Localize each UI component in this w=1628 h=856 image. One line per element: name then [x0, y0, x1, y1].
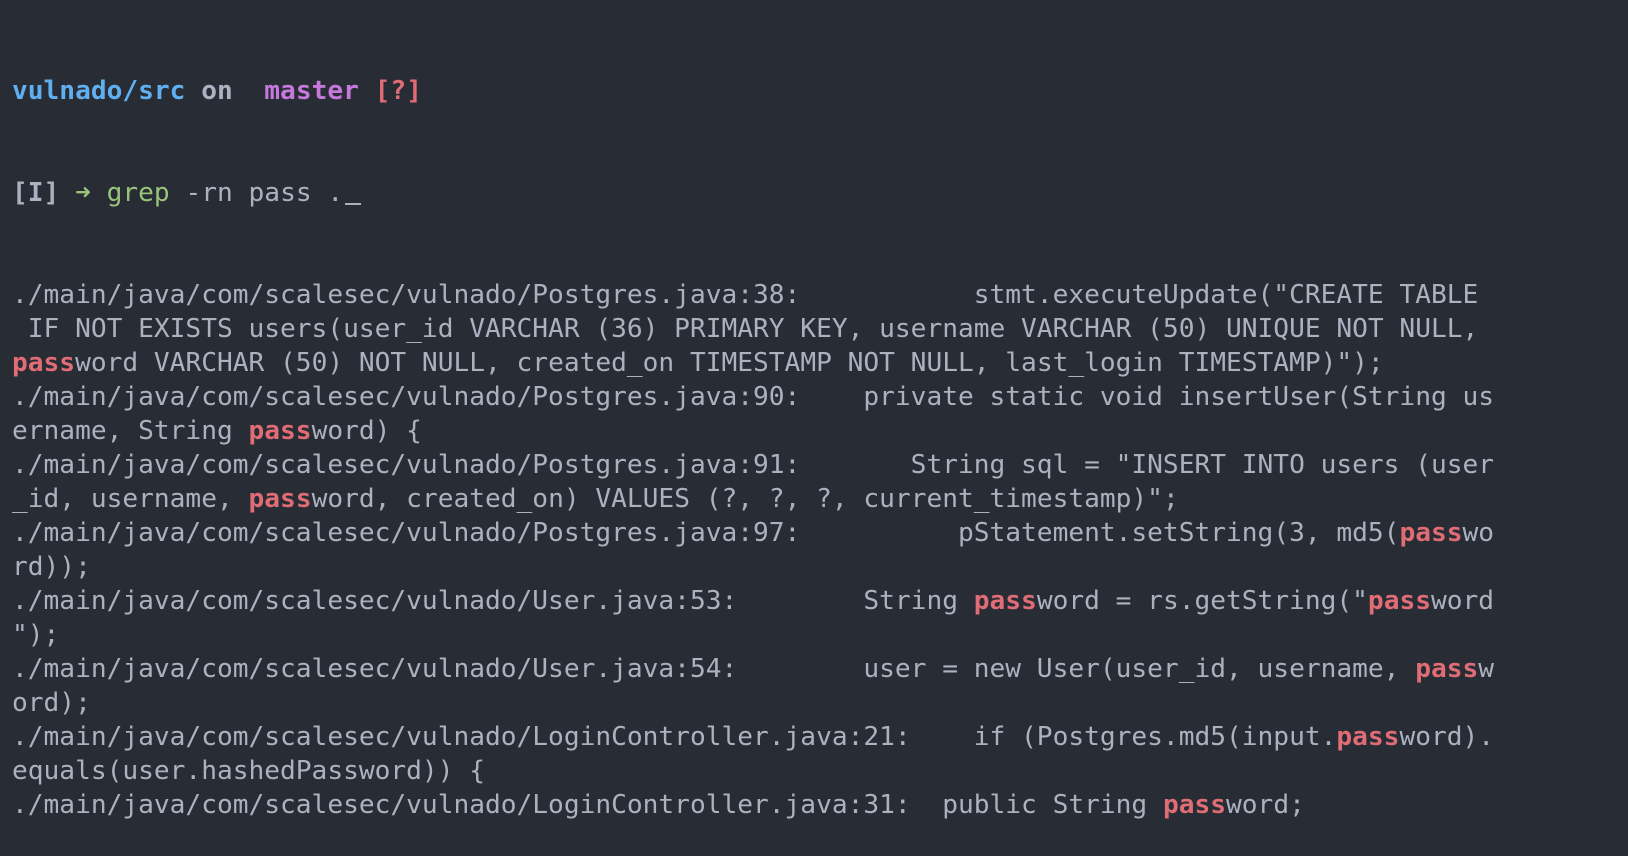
cursor	[345, 203, 361, 205]
prompt-branch: master	[248, 76, 375, 106]
output-line: ./main/java/com/scalesec/vulnado/Postgre…	[12, 516, 1628, 550]
match-highlight: pass	[973, 586, 1037, 616]
output-text: word).	[1399, 722, 1495, 752]
match-highlight: pass	[248, 484, 312, 514]
output-line: ./main/java/com/scalesec/vulnado/Postgre…	[12, 278, 1628, 312]
match-highlight: pass	[12, 348, 76, 378]
output-line: ername, String password) {	[12, 414, 1628, 448]
vi-mode-indicator: [I]	[12, 178, 60, 208]
match-highlight: pass	[248, 416, 312, 446]
output-line: password VARCHAR (50) NOT NULL, created_…	[12, 346, 1628, 380]
prompt-arrow-icon: ➜	[59, 178, 107, 208]
output-line: IF NOT EXISTS users(user_id VARCHAR (36)…	[12, 312, 1628, 346]
command-name: grep	[106, 178, 170, 208]
prompt-git-status: [?]	[374, 76, 422, 106]
prompt-directory: vulnado/src	[12, 76, 186, 106]
output-line: ./main/java/com/scalesec/vulnado/Postgre…	[12, 380, 1628, 414]
output-text: ./main/java/com/scalesec/vulnado/Postgre…	[12, 280, 1479, 310]
output-text: ");	[12, 620, 60, 650]
output-text: ./main/java/com/scalesec/vulnado/Postgre…	[12, 450, 1495, 480]
grep-output: ./main/java/com/scalesec/vulnado/Postgre…	[12, 278, 1628, 822]
match-highlight: pass	[1162, 790, 1227, 820]
match-highlight: pass	[1415, 654, 1479, 684]
output-text: ./main/java/com/scalesec/vulnado/Postgre…	[12, 518, 1400, 548]
output-text: ername, String	[12, 416, 249, 446]
match-highlight: pass	[1367, 586, 1431, 616]
output-text: word, created_on) VALUES (?, ?, ?, curre…	[311, 484, 1179, 514]
output-text: equals(user.hashedPassword)) {	[12, 756, 485, 786]
output-text: wo	[1462, 518, 1495, 548]
terminal-window[interactable]: vulnado/src on master [?] [I] ➜ grep -rn…	[0, 0, 1628, 820]
command-args: -rn pass .	[169, 178, 344, 208]
output-text: ./main/java/com/scalesec/vulnado/User.ja…	[12, 586, 974, 616]
output-line: rd));	[12, 550, 1628, 584]
output-line: ");	[12, 618, 1628, 652]
output-text: word VARCHAR (50) NOT NULL, created_on T…	[75, 348, 1384, 378]
output-text: word) {	[311, 416, 422, 446]
output-text: ./main/java/com/scalesec/vulnado/User.ja…	[12, 654, 1416, 684]
output-text: word = rs.getString("	[1036, 586, 1368, 616]
output-text: ord);	[12, 688, 91, 718]
output-line: ./main/java/com/scalesec/vulnado/Postgre…	[12, 448, 1628, 482]
output-text: ./main/java/com/scalesec/vulnado/LoginCo…	[12, 722, 1337, 752]
prompt-on-text: on	[185, 76, 249, 106]
output-text: IF NOT EXISTS users(user_id VARCHAR (36)…	[12, 314, 1479, 344]
output-text: ./main/java/com/scalesec/vulnado/Postgre…	[12, 382, 1495, 412]
output-text: _id, username,	[12, 484, 249, 514]
output-line: ./main/java/com/scalesec/vulnado/User.ja…	[12, 652, 1628, 686]
output-text: word;	[1226, 790, 1305, 820]
output-line: ord);	[12, 686, 1628, 720]
command-line[interactable]: [I] ➜ grep -rn pass .	[12, 176, 1628, 210]
output-line: _id, username, password, created_on) VAL…	[12, 482, 1628, 516]
match-highlight: pass	[1399, 518, 1463, 548]
output-line: equals(user.hashedPassword)) {	[12, 754, 1628, 788]
output-text: w	[1478, 654, 1495, 684]
prompt-line: vulnado/src on master [?]	[12, 74, 1628, 108]
output-line: ./main/java/com/scalesec/vulnado/LoginCo…	[12, 788, 1628, 822]
output-text: ./main/java/com/scalesec/vulnado/LoginCo…	[12, 790, 1163, 820]
output-line: ./main/java/com/scalesec/vulnado/User.ja…	[12, 584, 1628, 618]
match-highlight: pass	[1336, 722, 1400, 752]
output-line: ./main/java/com/scalesec/vulnado/LoginCo…	[12, 720, 1628, 754]
output-text: rd));	[12, 552, 91, 582]
output-text: word	[1431, 586, 1495, 616]
